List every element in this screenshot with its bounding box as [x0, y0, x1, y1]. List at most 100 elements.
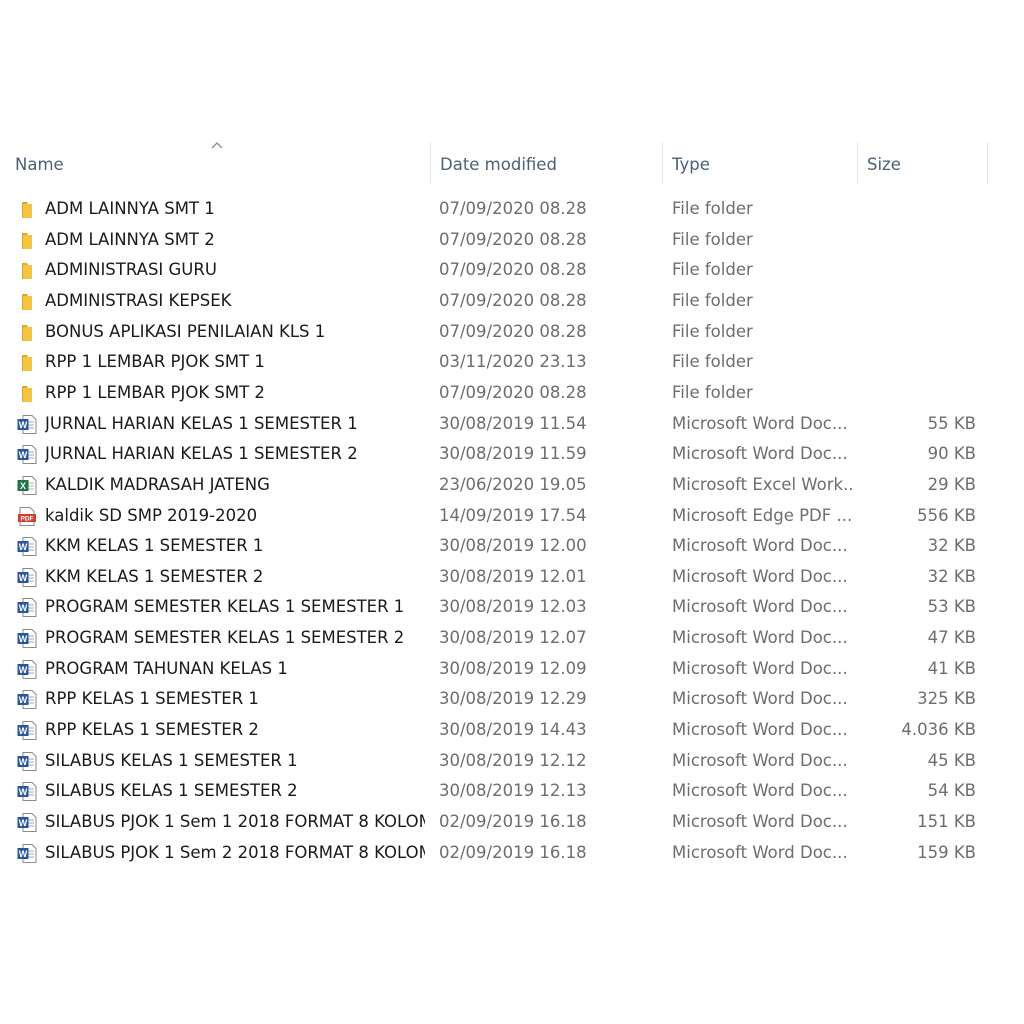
- file-size: 32 KB: [927, 536, 976, 556]
- file-row[interactable]: ADM LAINNYA SMT 1 07/09/2020 08.28 File fo…: [0, 194, 1000, 225]
- column-header-name[interactable]: Name: [15, 142, 425, 187]
- folder-icon: [17, 260, 37, 281]
- file-size: 55 KB: [927, 413, 976, 433]
- file-row[interactable]: W KKM KELAS 1 SEMESTER 2 30/08/2019 12.01 M…: [0, 562, 1000, 593]
- column-header-type[interactable]: Type: [672, 142, 852, 187]
- file-row[interactable]: W JURNAL HARIAN KELAS 1 SEMESTER 1 30/08/2…: [0, 409, 1000, 440]
- column-divider[interactable]: [987, 142, 988, 184]
- folder-icon: [17, 352, 37, 373]
- word-doc-icon: W: [17, 567, 37, 588]
- file-size: [860, 225, 976, 256]
- file-size: [860, 378, 976, 409]
- folder-icon: [17, 199, 37, 220]
- svg-text:W: W: [19, 818, 28, 828]
- file-type: Microsoft Excel Work...: [672, 474, 852, 494]
- file-row[interactable]: W SILABUS KELAS 1 SEMESTER 1 30/08/2019 12…: [0, 746, 1000, 777]
- file-name[interactable]: SILABUS PJOK 1 Sem 2 2018 FORMAT 8 KOLOM: [45, 838, 425, 869]
- file-size: 32 KB: [927, 566, 976, 586]
- column-divider[interactable]: [857, 142, 858, 184]
- file-row[interactable]: X KALDIK MADRASAH JATENG 23/06/2020 19.05 M…: [0, 470, 1000, 501]
- file-size: 47 KB: [927, 628, 976, 648]
- file-name[interactable]: SILABUS KELAS 1 SEMESTER 1: [45, 746, 425, 777]
- file-name[interactable]: PROGRAM SEMESTER KELAS 1 SEMESTER 1: [45, 592, 425, 623]
- column-divider[interactable]: [662, 142, 663, 184]
- file-size: 54 KB: [927, 781, 976, 801]
- file-type: Microsoft Word Doc...: [672, 812, 848, 831]
- file-type: File folder: [672, 352, 753, 372]
- file-row[interactable]: W PROGRAM SEMESTER KELAS 1 SEMESTER 2 30/0…: [0, 623, 1000, 654]
- file-name[interactable]: ADM LAINNYA SMT 2: [45, 225, 425, 256]
- file-name[interactable]: KKM KELAS 1 SEMESTER 2: [45, 562, 425, 593]
- file-name[interactable]: ADMINISTRASI GURU: [45, 255, 425, 286]
- file-type: Microsoft Word Doc...: [672, 750, 848, 770]
- file-name[interactable]: RPP KELAS 1 SEMESTER 1: [45, 684, 425, 715]
- folder-icon: [17, 291, 37, 312]
- file-type: Microsoft Word Doc...: [672, 413, 848, 433]
- word-doc-icon: W: [17, 414, 37, 435]
- file-row[interactable]: W JURNAL HARIAN KELAS 1 SEMESTER 2 30/08/2…: [0, 439, 1000, 470]
- file-name[interactable]: RPP KELAS 1 SEMESTER 2: [45, 715, 425, 746]
- file-row[interactable]: W SILABUS PJOK 1 Sem 1 2018 FORMAT 8 KOLO…: [0, 807, 1000, 838]
- file-row[interactable]: PDF kaldik SD SMP 2019-2020 14/09/2019 17.…: [0, 501, 1000, 532]
- file-date-modified: 30/08/2019 12.03: [439, 597, 587, 617]
- file-row[interactable]: ADM LAINNYA SMT 2 07/09/2020 08.28 File fo…: [0, 225, 1000, 256]
- file-date-modified: 07/09/2020 08.28: [439, 290, 587, 310]
- word-doc-icon: W: [17, 628, 37, 649]
- file-name[interactable]: BONUS APLIKASI PENILAIAN KLS 1: [45, 317, 425, 348]
- pdf-icon: PDF: [17, 506, 37, 527]
- file-name[interactable]: KALDIK MADRASAH JATENG: [45, 470, 425, 501]
- file-date-modified: 30/08/2019 11.59: [439, 444, 587, 464]
- file-date-modified: 30/08/2019 12.01: [439, 566, 587, 586]
- word-doc-icon: W: [17, 720, 37, 741]
- file-name[interactable]: kaldik SD SMP 2019-2020: [45, 501, 425, 532]
- file-name[interactable]: JURNAL HARIAN KELAS 1 SEMESTER 2: [45, 439, 425, 470]
- file-size: 325 KB: [917, 689, 976, 709]
- file-date-modified: 07/09/2020 08.28: [439, 229, 587, 249]
- file-name[interactable]: ADM LAINNYA SMT 1: [45, 194, 425, 225]
- file-size: 159 KB: [917, 842, 976, 862]
- file-size: 53 KB: [927, 597, 976, 617]
- svg-text:W: W: [19, 573, 28, 583]
- file-name[interactable]: RPP 1 LEMBAR PJOK SMT 2: [45, 378, 425, 409]
- column-header-bar: Name Date modified Type Size: [0, 142, 1024, 187]
- file-date-modified: 07/09/2020 08.28: [439, 321, 587, 341]
- file-row[interactable]: BONUS APLIKASI PENILAIAN KLS 1 07/09/2020…: [0, 317, 1000, 348]
- folder-icon: [17, 322, 37, 343]
- column-header-size[interactable]: Size: [867, 142, 977, 187]
- file-row[interactable]: RPP 1 LEMBAR PJOK SMT 2 07/09/2020 08.28 F…: [0, 378, 1000, 409]
- file-type: Microsoft Word Doc...: [672, 536, 848, 556]
- word-doc-icon: W: [17, 659, 37, 680]
- svg-text:X: X: [20, 481, 26, 491]
- file-name[interactable]: KKM KELAS 1 SEMESTER 1: [45, 531, 425, 562]
- file-name[interactable]: JURNAL HARIAN KELAS 1 SEMESTER 1: [45, 409, 425, 440]
- file-date-modified: 30/08/2019 12.09: [439, 658, 587, 678]
- file-row[interactable]: W PROGRAM SEMESTER KELAS 1 SEMESTER 1 30/0…: [0, 592, 1000, 623]
- file-name[interactable]: PROGRAM SEMESTER KELAS 1 SEMESTER 2: [45, 623, 425, 654]
- file-row[interactable]: W SILABUS PJOK 1 Sem 2 2018 FORMAT 8 KOLO…: [0, 838, 1000, 869]
- word-doc-icon: W: [17, 444, 37, 465]
- column-header-date-modified[interactable]: Date modified: [440, 142, 655, 187]
- file-type: Microsoft Word Doc...: [672, 444, 848, 464]
- file-row[interactable]: W RPP KELAS 1 SEMESTER 1 30/08/2019 12.29 M…: [0, 684, 1000, 715]
- svg-text:W: W: [19, 695, 28, 705]
- svg-text:W: W: [19, 849, 28, 859]
- file-type: Microsoft Word Doc...: [672, 720, 848, 740]
- word-doc-icon: W: [17, 812, 37, 833]
- file-row[interactable]: W RPP KELAS 1 SEMESTER 2 30/08/2019 14.43 M…: [0, 715, 1000, 746]
- file-row[interactable]: W PROGRAM TAHUNAN KELAS 1 30/08/2019 12.09…: [0, 654, 1000, 685]
- folder-icon: [17, 230, 37, 251]
- file-name[interactable]: ADMINISTRASI KEPSEK: [45, 286, 425, 317]
- file-size: [860, 286, 976, 317]
- svg-text:W: W: [19, 603, 28, 613]
- file-row[interactable]: W SILABUS KELAS 1 SEMESTER 2 30/08/2019 12…: [0, 776, 1000, 807]
- file-row[interactable]: RPP 1 LEMBAR PJOK SMT 1 03/11/2020 23.13 F…: [0, 347, 1000, 378]
- file-row[interactable]: ADMINISTRASI KEPSEK 07/09/2020 08.28 File …: [0, 286, 1000, 317]
- file-name[interactable]: PROGRAM TAHUNAN KELAS 1: [45, 654, 425, 685]
- file-row[interactable]: W KKM KELAS 1 SEMESTER 1 30/08/2019 12.00 M…: [0, 531, 1000, 562]
- file-name[interactable]: SILABUS PJOK 1 Sem 1 2018 FORMAT 8 KOLOM: [45, 807, 425, 838]
- file-name[interactable]: SILABUS KELAS 1 SEMESTER 2: [45, 776, 425, 807]
- file-type: Microsoft Word Doc...: [672, 597, 848, 617]
- column-divider[interactable]: [430, 142, 431, 184]
- file-name[interactable]: RPP 1 LEMBAR PJOK SMT 1: [45, 347, 425, 378]
- file-row[interactable]: ADMINISTRASI GURU 07/09/2020 08.28 File fo…: [0, 255, 1000, 286]
